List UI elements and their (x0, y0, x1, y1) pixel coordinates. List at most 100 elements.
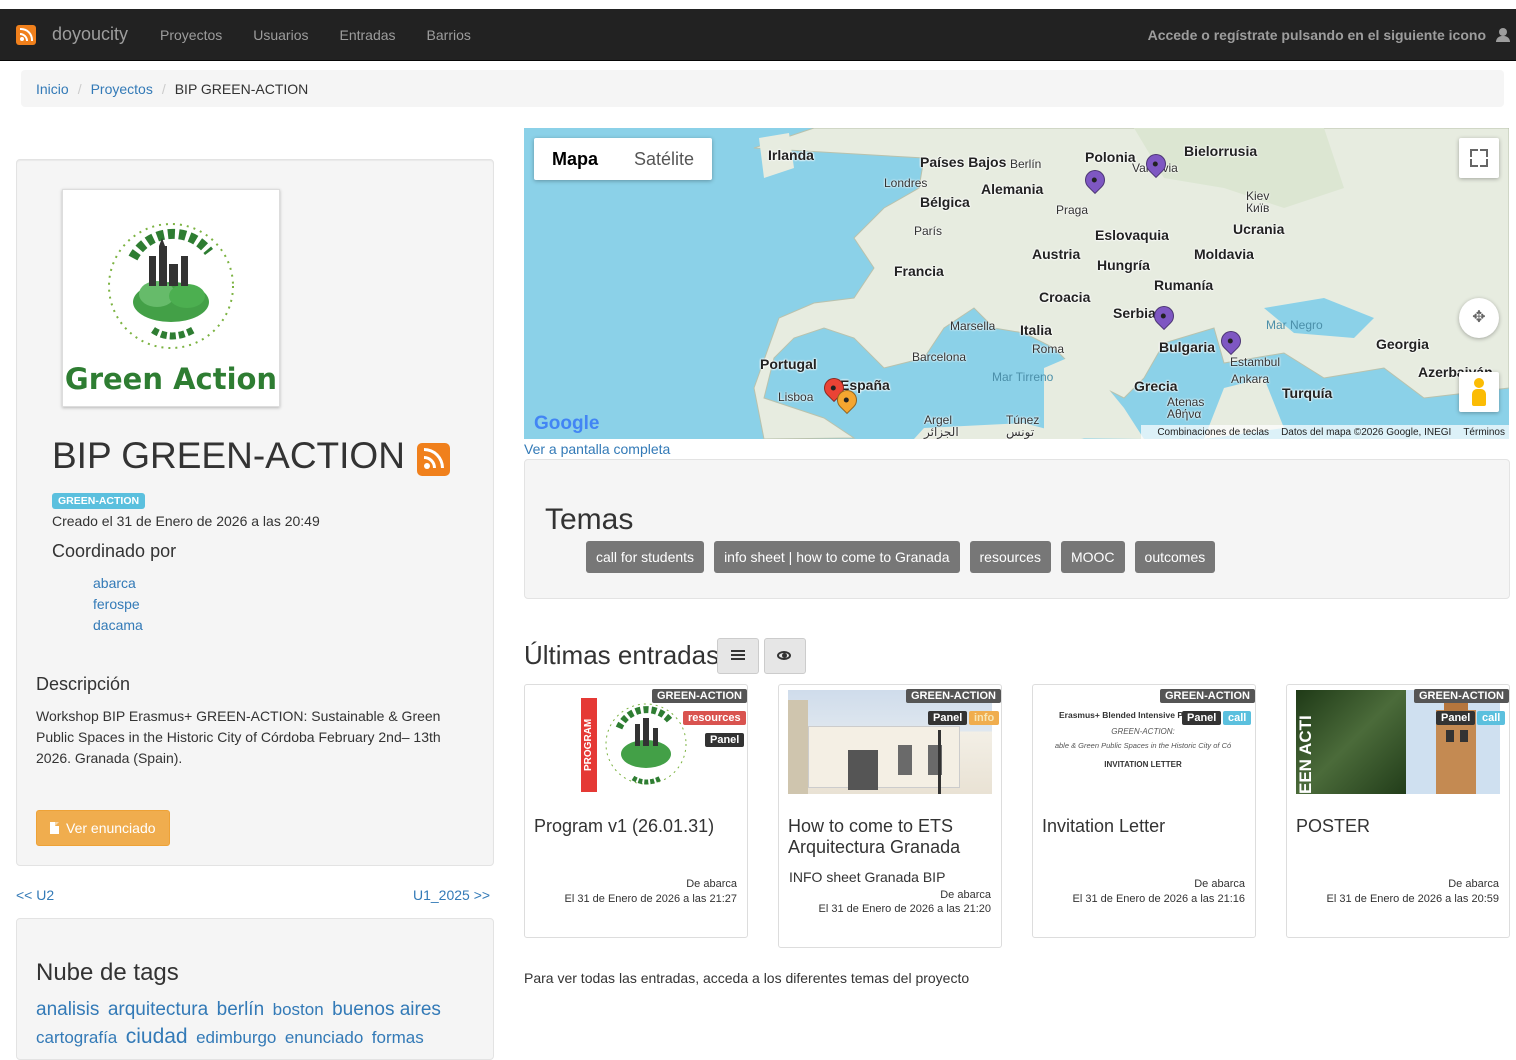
city-label: Londres (884, 176, 928, 190)
city-label: Lisboa (778, 390, 814, 404)
tag-link[interactable]: formas (372, 1028, 424, 1047)
user-icon[interactable] (1496, 27, 1510, 42)
fullscreen-icon[interactable] (1459, 138, 1499, 178)
map-type-map[interactable]: Mapa (534, 138, 616, 180)
category-chip[interactable]: call (1223, 711, 1252, 725)
city-label: Marsella (950, 319, 996, 333)
tema-button[interactable]: info sheet | how to come to Granada (714, 541, 960, 573)
city-label: Praga (1056, 203, 1089, 217)
green-action-emblem-icon (605, 703, 687, 785)
entry-date: El 31 de Enero de 2026 a las 21:27 (564, 893, 737, 905)
rss-icon[interactable] (16, 24, 36, 45)
map-label: Hungría (1097, 257, 1150, 273)
map-label: Georgia (1376, 336, 1429, 352)
terms-link[interactable]: Términos (1463, 427, 1505, 438)
coordinator-link[interactable]: abarca (93, 575, 136, 591)
category-chip[interactable]: Panel (1436, 711, 1476, 725)
temas-panel: Temas call for students info sheet | how… (524, 459, 1510, 599)
coordinator-link[interactable]: dacama (93, 617, 143, 633)
entry-card[interactable]: GREEN-ACTION Panel info How to come to E… (778, 684, 1002, 948)
category-chip[interactable]: Panel (928, 711, 968, 725)
category-chip[interactable]: resources (683, 711, 746, 725)
coordinated-heading: Coordinado por (52, 541, 177, 561)
category-chip[interactable]: Panel (1182, 711, 1222, 725)
prev-project-link[interactable]: << U2 (16, 887, 54, 903)
project-chip[interactable]: GREEN-ACTION (652, 689, 747, 703)
category-chip[interactable]: call (1477, 711, 1506, 725)
project-chip[interactable]: GREEN-ACTION (1414, 689, 1509, 703)
logo-text: Green Action (64, 362, 278, 396)
entry-thumbnail: EEN ACTI (1296, 690, 1500, 794)
tema-button[interactable]: outcomes (1134, 541, 1216, 573)
breadcrumb-home[interactable]: Inicio (36, 81, 69, 97)
coordinator-link[interactable]: ferospe (93, 596, 140, 612)
entry-card[interactable]: EEN ACTI GREEN-ACTION Panel call POSTER … (1286, 684, 1510, 938)
brand-name[interactable]: doyoucity (52, 24, 128, 45)
map-type-satellite[interactable]: Satélite (616, 138, 712, 180)
login-text[interactable]: Accede o regístrate pulsando en el sigui… (1148, 27, 1486, 43)
map-type-toggle: Mapa Satélite (534, 138, 713, 180)
tag-link[interactable]: cartografía (36, 1028, 117, 1047)
entry-thumbnail (788, 690, 992, 794)
entry-thumbnail: Erasmus+ Blended Intensive P GREEN-ACTIO… (1039, 690, 1247, 794)
map-label: Polonia (1085, 149, 1136, 165)
tag-link[interactable]: analisis (36, 999, 99, 1020)
rss-icon[interactable] (416, 442, 450, 476)
ver-enunciado-button[interactable]: Ver enunciado (36, 810, 170, 846)
google-logo-text: Google (534, 413, 600, 434)
pegman-icon[interactable] (1459, 372, 1499, 412)
eye-icon[interactable] (764, 638, 806, 674)
project-title: BIP GREEN-ACTION (52, 435, 450, 477)
thumb-text: Erasmus+ Blended Intensive P (1059, 710, 1184, 720)
category-chip[interactable]: info (969, 711, 1000, 725)
next-project-link[interactable]: U1_2025 >> (413, 887, 490, 903)
entry-title[interactable]: POSTER (1296, 816, 1501, 837)
map-data-text: Datos del mapa ©2026 Google, INEGI (1281, 426, 1452, 438)
map-label: Bulgaria (1159, 339, 1216, 355)
city-label: Roma (1032, 342, 1065, 356)
breadcrumb-proyectos[interactable]: Proyectos (91, 81, 153, 97)
fullscreen-link[interactable]: Ver a pantalla completa (524, 441, 670, 457)
entry-card[interactable]: Erasmus+ Blended Intensive P GREEN-ACTIO… (1032, 684, 1256, 938)
tag-link[interactable]: enunciado (285, 1028, 363, 1047)
list-view-icon[interactable] (717, 638, 759, 674)
map-widget[interactable]: Irlanda Países Bajos Alemania Bélgica Po… (524, 128, 1509, 439)
tag-link[interactable]: buenos aires (332, 999, 441, 1020)
tag-link[interactable]: boston (273, 1000, 324, 1019)
category-chip[interactable]: Panel (705, 733, 745, 747)
map-label: Austria (1032, 246, 1081, 262)
tema-button[interactable]: resources (969, 541, 1051, 573)
tag-link[interactable]: ciudad (126, 1025, 188, 1048)
project-chip[interactable]: GREEN-ACTION (1160, 689, 1255, 703)
login-prompt[interactable]: Accede o regístrate pulsando en el sigui… (1148, 9, 1510, 60)
keyboard-shortcuts-link[interactable]: Combinaciones de teclas (1157, 427, 1269, 438)
tema-button[interactable]: MOOC (1060, 541, 1125, 573)
breadcrumb-separator: / (77, 80, 82, 97)
brand[interactable]: doyoucity (16, 9, 128, 60)
sea-label: Mar Negro (1266, 318, 1323, 332)
map-label: Moldavia (1194, 246, 1254, 262)
tag-link[interactable]: arquitectura (108, 999, 208, 1020)
city-label: París (914, 224, 943, 238)
entry-title[interactable]: How to come to ETS Arquitectura Granada (788, 816, 993, 858)
tema-button[interactable]: call for students (586, 541, 705, 573)
nav-proyectos[interactable]: Proyectos (160, 27, 222, 43)
tag-link[interactable]: edimburgo (196, 1028, 276, 1047)
map-label: Serbia (1113, 305, 1156, 321)
map-label: Irlanda (768, 147, 814, 163)
map-label: Rumanía (1154, 277, 1214, 293)
tag-cloud: analisis arquitectura berlín boston buen… (36, 997, 476, 1052)
nav-entradas[interactable]: Entradas (340, 27, 396, 43)
latest-entries-heading: Últimas entradas (524, 640, 720, 670)
nav-usuarios[interactable]: Usuarios (253, 27, 308, 43)
nav-barrios[interactable]: Barrios (427, 27, 471, 43)
entry-title[interactable]: Program v1 (26.01.31) (534, 816, 739, 837)
project-chip[interactable]: GREEN-ACTION (906, 689, 1001, 703)
project-label-badge[interactable]: GREEN-ACTION (52, 493, 146, 509)
tag-link[interactable]: berlín (217, 999, 265, 1020)
entry-title[interactable]: Invitation Letter (1042, 816, 1247, 837)
map-label: Turquía (1282, 385, 1333, 401)
entry-card[interactable]: PROGRAM GREEN-ACTION resources Panel Pro… (524, 684, 748, 938)
camera-control-icon[interactable]: ✥ (1459, 298, 1499, 338)
nav-links: Proyectos Usuarios Entradas Barrios (160, 9, 502, 60)
